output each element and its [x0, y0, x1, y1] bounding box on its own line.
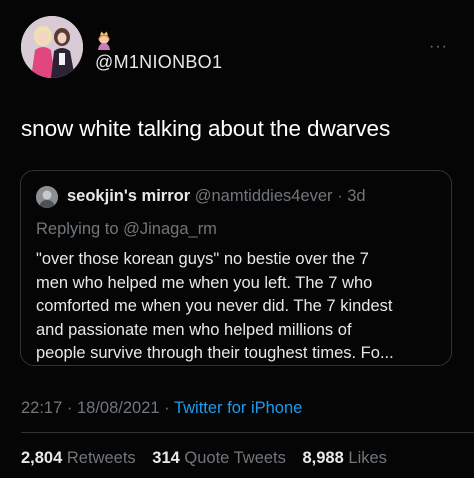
quote-author-name[interactable]: seokjin's mirror — [67, 187, 190, 205]
quote-tweets-count: 314 — [152, 449, 180, 467]
more-horizontal-icon[interactable]: ··· — [429, 38, 448, 56]
retweets-count: 2,804 — [21, 449, 63, 467]
tweet-date[interactable]: 18/08/2021 — [77, 399, 160, 417]
quote-text: "over those korean guys" no bestie over … — [36, 248, 446, 366]
tweet-timestamp-row: 22:17 · 18/08/2021 · Twitter for iPhone — [21, 399, 302, 418]
quote-separator: · — [332, 187, 348, 205]
quote-text-line: "over those korean guys" no bestie over … — [36, 250, 369, 268]
quote-text-line: people survive through their toughest ti… — [36, 344, 394, 362]
quote-author-handle[interactable]: @namtiddies4ever — [195, 187, 333, 205]
likes-stat[interactable]: 8,988 Likes — [303, 449, 387, 467]
meta-separator: · — [62, 399, 77, 417]
quote-text-line: comforted me when you never did. The 7 k… — [36, 297, 393, 315]
tweet-detail: @M1NIONBO1 ··· snow white talking about … — [0, 0, 474, 478]
quote-text-line: men who helped me when you left. The 7 w… — [36, 273, 373, 292]
tweet-text: snow white talking about the dwarves — [21, 116, 391, 141]
replying-prefix: Replying to — [36, 220, 124, 238]
likes-count: 8,988 — [302, 449, 344, 467]
quote-text-line: and passionate men who helped millions o… — [36, 320, 352, 339]
replying-mention[interactable]: @Jinaga_rm — [123, 220, 217, 238]
avatar[interactable] — [21, 16, 83, 78]
quote-header: seokjin's mirror @namtiddies4ever · 3d — [67, 187, 366, 206]
author-handle[interactable]: @M1NIONBO1 — [95, 52, 222, 73]
quote-avatar[interactable] — [36, 186, 58, 208]
tweet-stats: 2,804 Retweets 314 Quote Tweets 8,988 Li… — [21, 449, 399, 468]
likes-label: Likes — [348, 449, 387, 467]
quote-tweets-label: Quote Tweets — [184, 449, 286, 467]
tweet-time[interactable]: 22:17 — [21, 399, 62, 417]
princess-emoji-icon — [95, 30, 113, 50]
quote-replying-to: Replying to @Jinaga_rm — [36, 220, 217, 239]
tweet-source-link[interactable]: Twitter for iPhone — [174, 399, 302, 417]
divider — [21, 432, 474, 433]
quote-tweet-card[interactable]: seokjin's mirror @namtiddies4ever · 3d R… — [20, 170, 452, 366]
meta-separator: · — [159, 399, 174, 417]
quote-time: 3d — [347, 187, 366, 205]
retweets-label: Retweets — [66, 449, 136, 467]
quote-tweets-stat[interactable]: 314 Quote Tweets — [152, 449, 286, 467]
retweets-stat[interactable]: 2,804 Retweets — [21, 449, 136, 467]
